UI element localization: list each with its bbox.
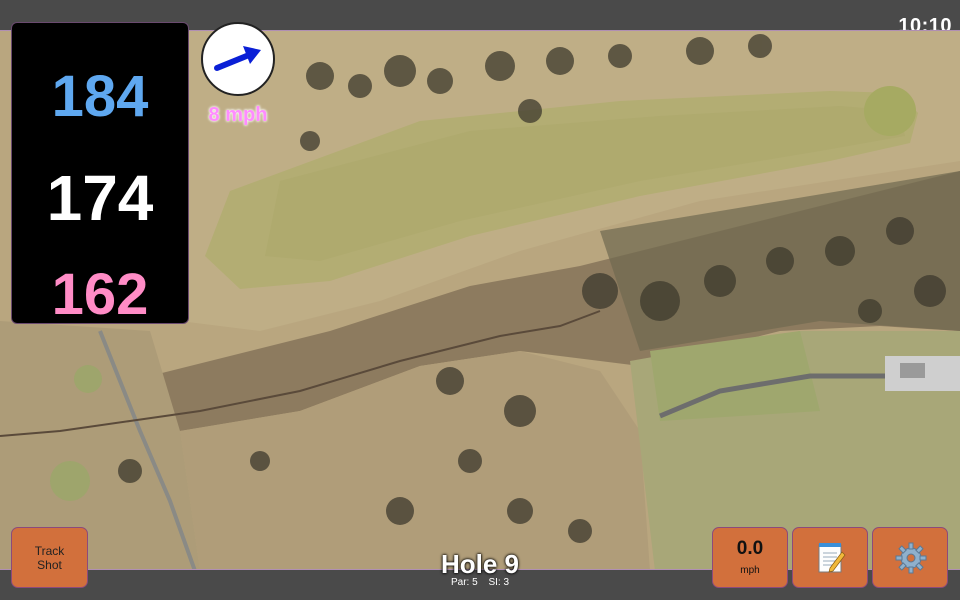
front-distance: 162 <box>51 262 149 327</box>
hole-title: Hole 9 <box>440 549 520 579</box>
hole-meta: Par: 5 SI: 3 <box>380 577 580 588</box>
wind-direction-indicator <box>201 22 275 96</box>
wind-arrow-icon <box>214 46 261 71</box>
speed-button[interactable]: 0.0 mph <box>712 527 788 588</box>
track-shot-button[interactable]: Track Shot <box>11 527 88 588</box>
wind-speed-label: 8 mph <box>208 104 268 126</box>
speed-unit: mph <box>740 565 760 576</box>
stroke-index-label: SI: 3 <box>488 577 510 588</box>
distance-panel: 184 174 162 <box>11 22 189 327</box>
speed-value: 0.0 <box>736 538 764 559</box>
notepad-icon <box>818 543 846 573</box>
notes-button[interactable] <box>792 527 868 588</box>
track-shot-label-line2: Shot <box>37 558 62 572</box>
gear-icon <box>895 542 927 574</box>
par-label: Par: 5 <box>450 577 478 588</box>
middle-distance: 174 <box>46 162 154 234</box>
back-distance: 184 <box>51 64 149 129</box>
settings-button[interactable] <box>872 527 948 588</box>
track-shot-label-line1: Track <box>34 544 65 558</box>
